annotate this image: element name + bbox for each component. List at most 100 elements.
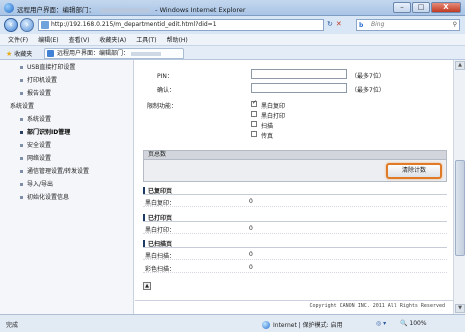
sidebar-item-label: 网络设置 xyxy=(27,155,52,162)
page-total-panel: 清除计数 xyxy=(143,160,447,182)
tab-title: 远程用户界面：编辑部门： xyxy=(57,50,130,57)
sidebar-item-printer-settings[interactable]: 打印机设置 xyxy=(20,75,57,84)
bullet-icon xyxy=(20,79,23,82)
copied-pages-header: 已复印页 xyxy=(143,186,447,195)
address-actions: ↻ ✕ xyxy=(327,20,342,28)
window-title: 远程用户界面：编辑部门： - Windows Internet Explorer xyxy=(17,4,246,14)
pin-hint: （最多7位） xyxy=(351,73,385,80)
sidebar-item-security[interactable]: 安全设置 xyxy=(20,140,51,149)
refresh-icon[interactable]: ↻ xyxy=(327,20,333,28)
url-input[interactable]: http://192.168.0.215/m_departmentid_edit… xyxy=(38,19,324,31)
row-value: 0 xyxy=(249,225,253,232)
minimize-button[interactable]: – xyxy=(393,2,411,13)
sidebar-item-label: 通信管理设置/转发设置 xyxy=(27,168,90,175)
ie-icon xyxy=(4,3,14,13)
favorites-label: 收藏夹 xyxy=(14,51,33,58)
zoom-control[interactable]: 🔍 100% xyxy=(400,320,427,327)
restrict-label: 限制功能： xyxy=(147,103,178,110)
scan-checkbox[interactable] xyxy=(251,121,257,127)
sidebar-item-usb-print[interactable]: USB直接打印设置 xyxy=(20,62,75,71)
sidebar-item-label: USB直接打印设置 xyxy=(27,64,76,71)
redacted-text xyxy=(100,7,151,13)
bw-print-label: 黑白打印 xyxy=(261,113,286,120)
sidebar-item-label: 导入/导出 xyxy=(27,181,54,188)
menu-file[interactable]: 文件(F) xyxy=(8,35,28,44)
table-row: 黑白扫描： 0 xyxy=(143,250,447,260)
page-icon xyxy=(41,21,49,29)
window-title-prefix: 远程用户界面：编辑部门： xyxy=(17,6,95,14)
maximize-button[interactable]: □ xyxy=(412,2,430,13)
page-icon xyxy=(47,50,54,57)
sidebar-item-department-id[interactable]: 部门识别ID管理 xyxy=(20,127,70,136)
search-icon[interactable]: ⚲ xyxy=(453,20,457,30)
back-button[interactable]: ‹ xyxy=(4,18,18,32)
protected-mode-icon[interactable]: ◎ ▾ xyxy=(376,320,386,327)
bullet-icon xyxy=(20,170,23,173)
star-icon: ★ xyxy=(6,49,13,58)
sidebar-item-label: 报告设置 xyxy=(27,90,52,97)
favorites-button[interactable]: ★ 收藏夹 xyxy=(6,49,33,59)
browser-tab[interactable]: 远程用户界面：编辑部门： xyxy=(44,48,184,59)
menu-view[interactable]: 查看(V) xyxy=(69,35,90,44)
menu-help[interactable]: 帮助(H) xyxy=(167,35,188,44)
window-title-suffix: - Windows Internet Explorer xyxy=(155,6,246,14)
bw-copy-checkbox[interactable] xyxy=(251,99,257,107)
confirm-input[interactable] xyxy=(251,83,347,93)
row-key: 黑白复印： xyxy=(145,200,176,207)
sidebar-item-system-settings[interactable]: 系统设置 xyxy=(20,114,51,123)
scroll-up-arrow-icon[interactable]: ▲ xyxy=(455,61,465,70)
scan-label: 扫描 xyxy=(261,123,274,130)
bullet-icon xyxy=(20,66,23,69)
scroll-thumb[interactable] xyxy=(455,160,465,256)
fax-label: 传真 xyxy=(261,133,274,140)
sidebar-item-report-settings[interactable]: 报告设置 xyxy=(20,88,51,97)
sidebar-item-label: 部门识别ID管理 xyxy=(27,129,71,136)
fax-checkbox[interactable] xyxy=(251,131,257,137)
menu-favorites[interactable]: 收藏夹(A) xyxy=(99,35,126,44)
search-input[interactable]: b Bing ⚲ xyxy=(356,19,460,31)
row-key: 彩色扫描： xyxy=(145,266,176,273)
pin-input[interactable] xyxy=(251,69,347,79)
table-row: 黑白复印： 0 xyxy=(143,197,447,207)
bullet-icon xyxy=(20,118,23,121)
scroll-down-arrow-icon[interactable]: ▼ xyxy=(455,304,465,313)
close-button[interactable]: X xyxy=(431,2,461,13)
menu-tools[interactable]: 工具(T) xyxy=(136,35,156,44)
back-to-top-button[interactable]: ▲ xyxy=(143,282,151,290)
forward-button[interactable]: › xyxy=(20,18,34,32)
sidebar-item-communication[interactable]: 通信管理设置/转发设置 xyxy=(20,166,89,175)
scanned-pages-header: 已扫描页 xyxy=(143,239,447,248)
bullet-icon xyxy=(20,157,23,160)
globe-icon xyxy=(262,320,270,329)
security-zone[interactable]: Internet | 保护模式: 启用 xyxy=(262,320,343,329)
status-bar: 完成 Internet | 保护模式: 启用 ◎ ▾ 🔍 100% xyxy=(0,314,465,332)
stop-icon[interactable]: ✕ xyxy=(336,20,342,28)
menu-edit[interactable]: 编辑(E) xyxy=(38,35,58,44)
table-row: 彩色扫描： 0 xyxy=(143,263,447,273)
sidebar-item-label: 初始化设置信息 xyxy=(27,194,70,201)
clear-count-button[interactable]: 清除计数 xyxy=(386,163,442,179)
bw-print-checkbox[interactable] xyxy=(251,111,257,117)
sidebar-item-initialize[interactable]: 初始化设置信息 xyxy=(20,192,69,201)
url-text: http://192.168.0.215/m_departmentid_edit… xyxy=(51,21,217,28)
vertical-scrollbar[interactable]: ▲ ▼ xyxy=(453,60,465,314)
bw-copy-label: 黑白复印 xyxy=(261,103,286,110)
window-controls: – □ X xyxy=(393,2,461,13)
main-pane: PIN： （最多7位） 确认： （最多7位） 限制功能： 黑白复印 黑白打印 扫… xyxy=(135,60,453,314)
page-content: USB直接打印设置 打印机设置 报告设置 系统设置 系统设置 部门识别ID管理 … xyxy=(0,60,465,314)
row-value: 0 xyxy=(249,198,253,205)
pin-label: PIN： xyxy=(157,73,173,80)
sidebar-item-network[interactable]: 网络设置 xyxy=(20,153,51,162)
sidebar-section-system: 系统设置 xyxy=(10,103,35,110)
sidebar-item-import-export[interactable]: 导入/导出 xyxy=(20,179,53,188)
redacted-text xyxy=(131,51,162,56)
menu-bar: 文件(F) 编辑(E) 查看(V) 收藏夹(A) 工具(T) 帮助(H) xyxy=(0,34,465,46)
confirm-label: 确认： xyxy=(157,87,176,94)
status-text: 完成 xyxy=(6,322,19,329)
pin-form: PIN： （最多7位） 确认： （最多7位） 限制功能： 黑白复印 黑白打印 扫… xyxy=(135,60,453,142)
bullet-icon xyxy=(20,196,23,199)
row-key: 黑白打印： xyxy=(145,227,176,234)
favorites-bar: ★ 收藏夹 远程用户界面：编辑部门： xyxy=(0,46,465,60)
sidebar-item-label: 安全设置 xyxy=(27,142,52,149)
address-bar: ‹ › http://192.168.0.215/m_departmentid_… xyxy=(0,16,465,34)
